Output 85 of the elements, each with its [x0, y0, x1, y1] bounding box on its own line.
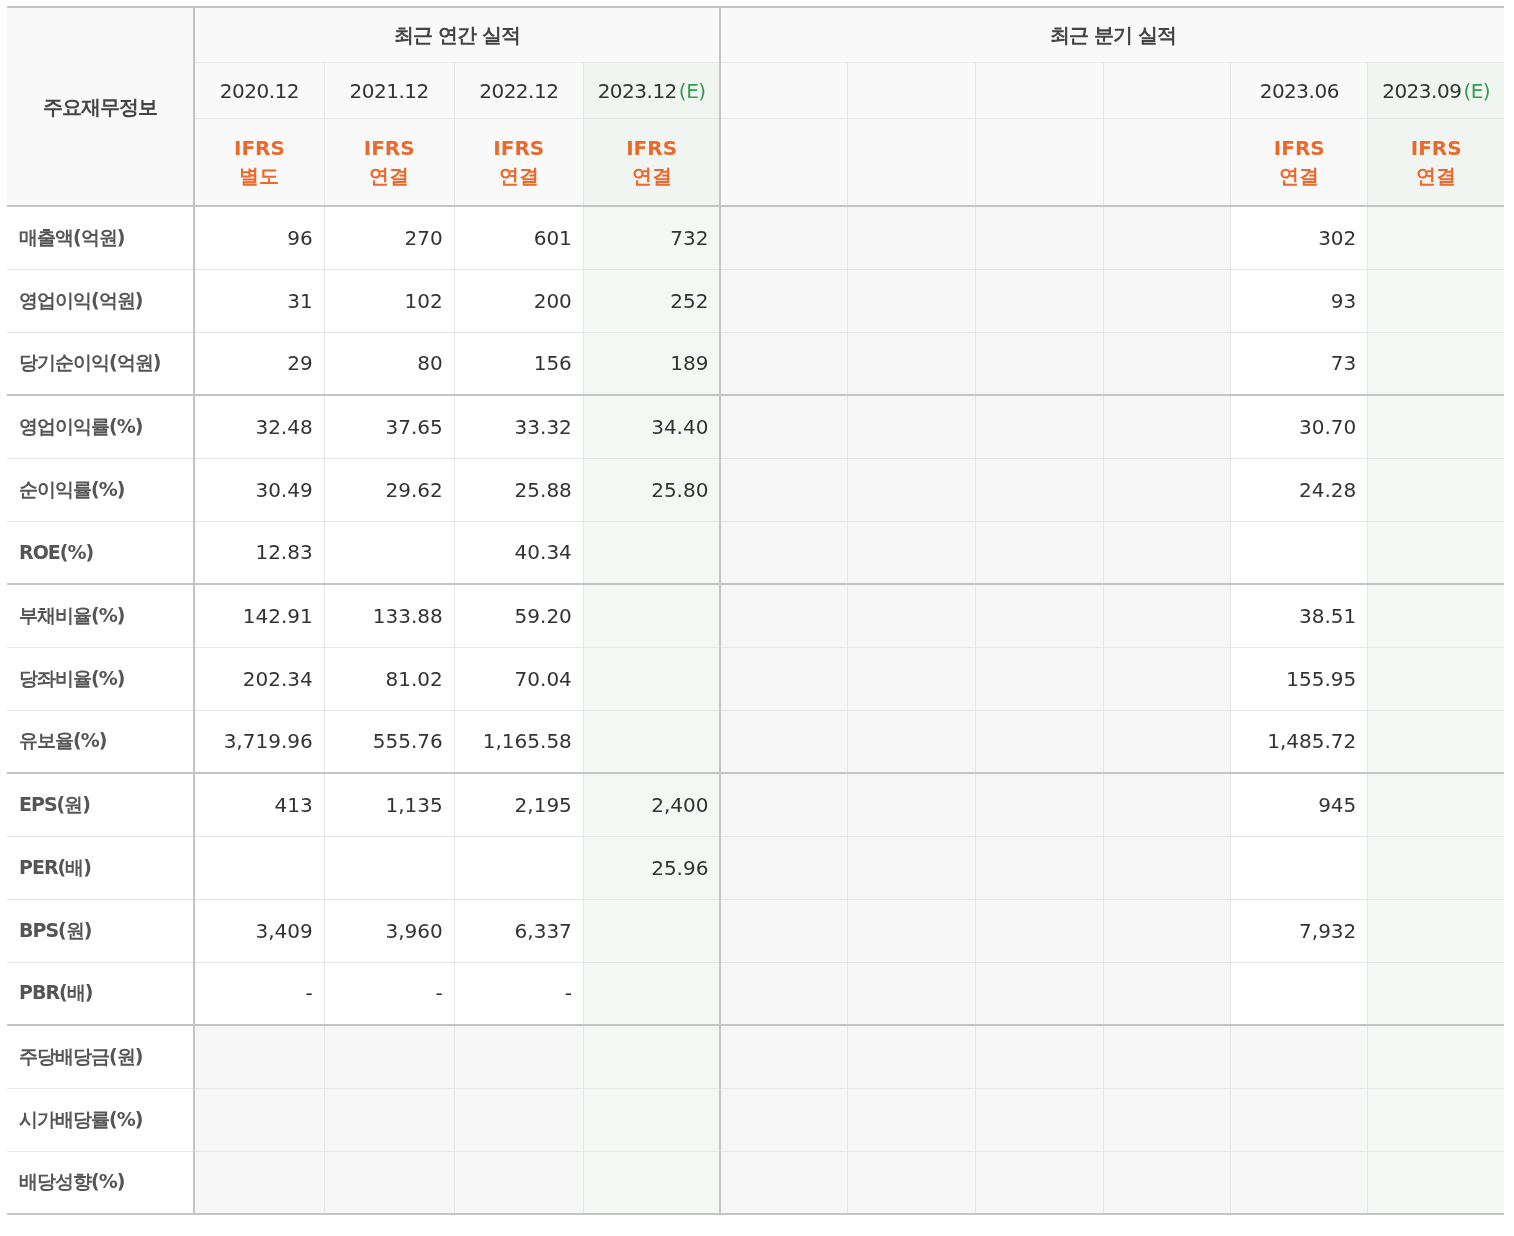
- table-cell: 59.20: [454, 584, 584, 647]
- table-cell: -: [194, 962, 325, 1025]
- accounting-standard: IFRS 연결: [626, 135, 678, 190]
- table-cell: 270: [324, 206, 455, 269]
- table-cell: 3,960: [324, 899, 455, 962]
- accounting-standard: IFRS 연결: [493, 135, 545, 190]
- table-cell: -: [324, 962, 455, 1025]
- accounting-standard: IFRS 연결: [1410, 135, 1462, 190]
- table-cell: 30.49: [194, 458, 325, 521]
- period-label: 2023.12: [597, 78, 677, 103]
- row-label: 영업이익(억원): [7, 269, 195, 332]
- row-label: 배당성향(%): [7, 1151, 195, 1214]
- table-cell: 3,409: [194, 899, 325, 962]
- row-label: EPS(원): [7, 773, 195, 836]
- estimate-mark: (E): [678, 78, 706, 103]
- table-cell: 189: [583, 332, 721, 395]
- table-cell: 31: [194, 269, 325, 332]
- accounting-standard: IFRS 연결: [363, 135, 415, 190]
- row-label: ROE(%): [7, 521, 195, 584]
- table-cell: 601: [454, 206, 584, 269]
- period-label: 2023.09: [1382, 78, 1462, 103]
- table-cell: 155.95: [1230, 647, 1368, 710]
- table-cell: 156: [454, 332, 584, 395]
- period-label: 2020.12: [219, 78, 299, 103]
- table-cell: 24.28: [1230, 458, 1368, 521]
- table-cell: 302: [1230, 206, 1368, 269]
- row-header: 주요재무정보: [7, 7, 195, 206]
- table-cell: 40.34: [454, 521, 584, 584]
- table-cell: 96: [194, 206, 325, 269]
- accounting-standard: IFRS 연결: [1273, 135, 1325, 190]
- row-label: PER(배): [7, 836, 195, 899]
- table-cell: 2,195: [454, 773, 584, 836]
- table-cell: 33.32: [454, 395, 584, 458]
- row-label: BPS(원): [7, 899, 195, 962]
- table-cell: 29.62: [324, 458, 455, 521]
- group-header: 최근 연간 실적: [194, 7, 721, 63]
- table-cell: 32.48: [194, 395, 325, 458]
- table-cell: 7,932: [1230, 899, 1368, 962]
- table-cell: 30.70: [1230, 395, 1368, 458]
- table-cell: 2,400: [583, 773, 721, 836]
- table-cell: 102: [324, 269, 455, 332]
- table-cell: 945: [1230, 773, 1368, 836]
- row-label: 당좌비율(%): [7, 647, 195, 710]
- table-cell: 12.83: [194, 521, 325, 584]
- row-label: 시가배당률(%): [7, 1088, 195, 1151]
- table-cell: 29: [194, 332, 325, 395]
- row-label: 매출액(억원): [7, 206, 195, 269]
- table-cell: 200: [454, 269, 584, 332]
- table-cell: 25.96: [583, 836, 721, 899]
- row-label: 영업이익률(%): [7, 395, 195, 458]
- table-cell: 555.76: [324, 710, 455, 773]
- row-label: PBR(배): [7, 962, 195, 1025]
- table-cell: 1,165.58: [454, 710, 584, 773]
- row-label: 순이익률(%): [7, 458, 195, 521]
- table-cell: 6,337: [454, 899, 584, 962]
- table-cell: 1,135: [324, 773, 455, 836]
- table-cell: 25.88: [454, 458, 584, 521]
- period-label: 2023.06: [1259, 78, 1339, 103]
- group-header: 최근 분기 실적: [720, 7, 1504, 63]
- table-cell: 37.65: [324, 395, 455, 458]
- table-cell: 73: [1230, 332, 1368, 395]
- accounting-standard: IFRS 별도: [233, 135, 285, 190]
- table-cell: 3,719.96: [194, 710, 325, 773]
- table-cell: 81.02: [324, 647, 455, 710]
- table-cell: -: [454, 962, 584, 1025]
- row-label: 부채비율(%): [7, 584, 195, 647]
- estimate-mark: (E): [1463, 78, 1491, 103]
- row-label: 주당배당금(원): [7, 1025, 195, 1088]
- table-cell: 34.40: [583, 395, 721, 458]
- table-cell: 70.04: [454, 647, 584, 710]
- table-cell: 202.34: [194, 647, 325, 710]
- table-cell: 80: [324, 332, 455, 395]
- period-label: 2022.12: [479, 78, 559, 103]
- table-cell: 93: [1230, 269, 1368, 332]
- table-cell: 38.51: [1230, 584, 1368, 647]
- table-cell: 732: [583, 206, 721, 269]
- table-cell: 25.80: [583, 458, 721, 521]
- table-cell: 252: [583, 269, 721, 332]
- table-cell: 142.91: [194, 584, 325, 647]
- period-label: 2021.12: [349, 78, 429, 103]
- row-label: 당기순이익(억원): [7, 332, 195, 395]
- table-cell: 1,485.72: [1230, 710, 1368, 773]
- table-cell: 413: [194, 773, 325, 836]
- table-cell: 133.88: [324, 584, 455, 647]
- row-label: 유보율(%): [7, 710, 195, 773]
